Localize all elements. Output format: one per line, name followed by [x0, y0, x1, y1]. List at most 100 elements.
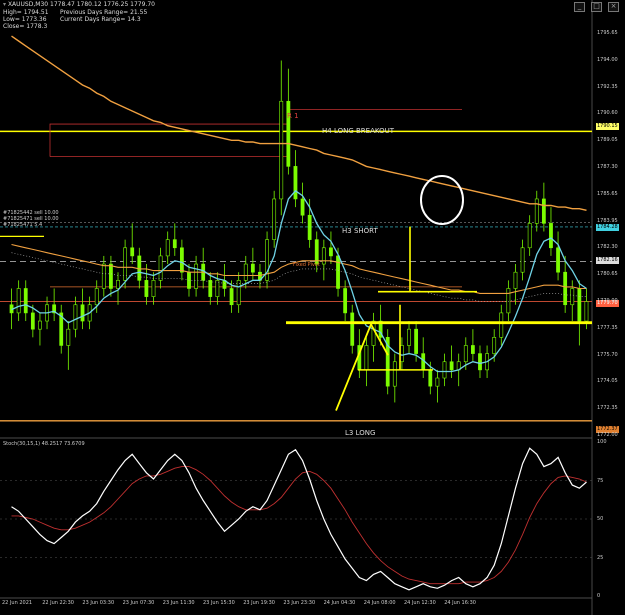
- time-tick-label: 23 Jun 23:30: [283, 600, 316, 606]
- candle-body: [364, 345, 369, 371]
- price-tick-label: 1794.00: [597, 56, 618, 63]
- maximize-button[interactable]: □: [591, 2, 602, 12]
- time-tick-label: 24 Jun 04:30: [323, 600, 356, 606]
- candle-body: [66, 328, 71, 346]
- h4-label: H4 LONG BREAKOUT: [322, 127, 394, 135]
- candle-body: [435, 377, 440, 387]
- stoch-tick-label: 25: [597, 554, 604, 561]
- candle-body: [151, 280, 156, 297]
- candle-body: [229, 288, 234, 306]
- price-tick-label: 1785.65: [597, 190, 618, 197]
- minimize-button[interactable]: _: [574, 2, 585, 12]
- candle-body: [470, 345, 475, 354]
- candle-body: [73, 304, 78, 330]
- price-tick-label: 1779.00: [597, 298, 618, 304]
- candle-body: [449, 361, 454, 371]
- candle-body: [414, 328, 419, 354]
- candle-body: [513, 271, 518, 289]
- l3-label: L3 LONG: [345, 429, 376, 437]
- candle-body: [371, 320, 376, 346]
- candle-body: [272, 198, 277, 240]
- candle-body: [23, 288, 28, 314]
- candles-layer: [9, 60, 589, 403]
- price-tick-label: 1789.05: [597, 137, 618, 144]
- ma-fast-line: [11, 189, 587, 373]
- chart-window-icon: ▾: [3, 1, 7, 8]
- candle-body: [80, 304, 85, 322]
- candle-body: [541, 198, 546, 224]
- stoch-tick-label: 0: [597, 593, 601, 599]
- info-close: Close= 1778.3: [3, 23, 48, 30]
- candle-body: [570, 288, 575, 306]
- candle-body: [321, 247, 326, 265]
- close-button[interactable]: ×: [608, 2, 619, 12]
- candle-body: [172, 239, 177, 249]
- time-tick-label: 22 Jun 22:30: [42, 600, 74, 606]
- info-curr-range: Current Days Range= 14.3: [60, 16, 141, 23]
- candle-body: [208, 280, 213, 297]
- price-tick-label: 1772.35: [597, 405, 618, 412]
- price-tick-label: 1792.35: [597, 83, 618, 90]
- candle-body: [442, 361, 447, 379]
- candle-body: [563, 271, 568, 306]
- candle-body: [343, 288, 348, 314]
- candle-body: [336, 255, 340, 289]
- time-tick-label: 24 Jun 12:30: [404, 600, 436, 606]
- candle-body: [492, 337, 497, 354]
- candle-body: [194, 263, 198, 289]
- candle-body: [520, 247, 525, 273]
- chart-canvas[interactable]: [0, 0, 625, 615]
- time-tick-label: 24 Jun 16:30: [444, 600, 476, 606]
- quote-values: 1778.47 1780.12 1776.25 1779.70: [50, 1, 155, 8]
- price-tick-label: 1774.05: [597, 378, 618, 385]
- candle-body: [109, 263, 113, 289]
- candle-body: [428, 369, 433, 387]
- candle-body: [300, 198, 305, 216]
- candle-body: [130, 247, 135, 257]
- candle-body: [250, 263, 255, 273]
- price-tick-label: 1780.65: [597, 271, 618, 278]
- candle-body: [350, 312, 355, 346]
- candle-body: [534, 198, 539, 224]
- symbol-title: XAUUSD,M30: [7, 1, 49, 8]
- candle-body: [116, 280, 120, 289]
- candle-body: [584, 301, 589, 322]
- price-tick-label: 1783.95: [597, 217, 618, 224]
- candle-body: [307, 214, 312, 240]
- order-label-3[interactable]: #71825471 5.4: [3, 222, 42, 228]
- time-tick-label: 23 Jun 15:30: [203, 600, 235, 606]
- candle-body: [215, 280, 220, 297]
- candle-body: [506, 288, 511, 314]
- candle-body: [279, 100, 284, 200]
- candle-body: [179, 247, 184, 273]
- h3-label: H3 SHORT: [342, 227, 378, 235]
- candle-body: [144, 280, 149, 297]
- candle-body: [165, 239, 170, 257]
- candle-body: [549, 223, 553, 249]
- price-tick-label: 1775.70: [597, 351, 618, 358]
- price-tick-label: 1777.35: [597, 324, 618, 331]
- mid-price-tag: 1782.16: [596, 257, 619, 264]
- pivot-label: Fixed Pivot: [293, 262, 320, 268]
- window-controls: _ □ ×: [574, 2, 619, 12]
- candle-body: [16, 288, 21, 314]
- h4-price-tag: 1790.15: [596, 123, 619, 130]
- time-tick-label: 23 Jun 07:30: [122, 600, 155, 606]
- time-tick-label: 23 Jun 03:30: [82, 600, 115, 606]
- time-tick-label: 23 Jun 11:30: [162, 600, 195, 606]
- ma-slow-line: [11, 243, 587, 294]
- h3-price-tag: 1784.28: [596, 224, 619, 231]
- candle-body: [499, 312, 504, 338]
- price-tick-label: 1787.30: [597, 164, 618, 170]
- stoch-tick-label: 100: [597, 439, 607, 445]
- candle-body: [101, 263, 106, 289]
- candle-body: [392, 361, 397, 387]
- price-tick-label: 1772.00: [597, 432, 618, 438]
- ma-long-line: [11, 35, 587, 211]
- candle-body: [463, 345, 468, 363]
- time-tick-label: 23 Jun 19:30: [243, 600, 275, 606]
- r1-label: R 1: [287, 112, 299, 120]
- chart-header: ▾ XAUUSD,M30 1778.47 1780.12 1776.25 177…: [3, 1, 155, 9]
- candle-body: [30, 312, 35, 330]
- price-tick-label: 1790.60: [597, 110, 618, 117]
